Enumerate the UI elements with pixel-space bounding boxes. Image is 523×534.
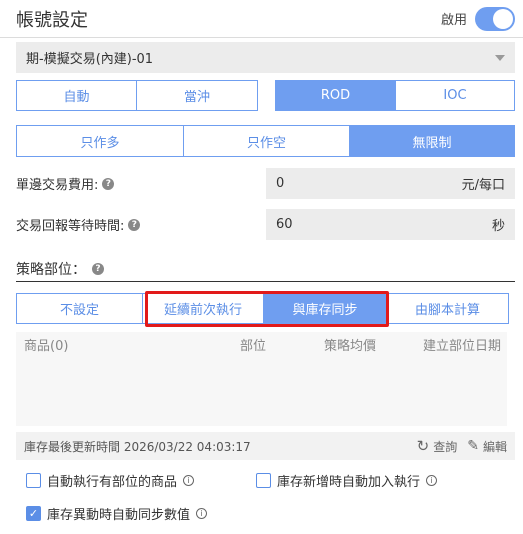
col-avg-price: 策略均價 [323, 338, 376, 354]
position-table-body [16, 356, 507, 426]
checkbox-checked[interactable]: ✓ [26, 505, 41, 521]
option-auto-exec[interactable]: 自動執行有部位的商品 i [16, 471, 256, 490]
options-row-1: 自動執行有部位的商品 i 庫存新增時自動加入執行 i [16, 466, 515, 494]
enable-label: 啟用 [440, 13, 467, 28]
query-label: 查詢 [433, 439, 458, 454]
col-position: 部位 [239, 338, 266, 354]
checkbox[interactable] [256, 472, 271, 488]
checkbox[interactable] [26, 472, 41, 488]
direction-unlimited-button[interactable]: 無限制 [350, 126, 514, 156]
edit-button[interactable]: ✎ 編輯 [467, 438, 507, 455]
wait-label-wrap: 交易回報等待時間: ? [16, 215, 266, 234]
col-product: 商品(0) [24, 338, 69, 354]
strategy-none-button[interactable]: 不設定 [17, 294, 143, 323]
strategy-sync-inventory-button[interactable]: 與庫存同步 [264, 294, 387, 323]
account-select[interactable]: 期-模擬交易(內建)-01 [16, 42, 515, 73]
inventory-footer: 庫存最後更新時間 2026/03/22 04:03:17 ↻ 查詢 ✎ 編輯 [16, 432, 515, 460]
option-auto-add[interactable]: 庫存新增時自動加入執行 i [256, 471, 438, 490]
info-icon: i [196, 507, 208, 519]
trade-type-segment: 自動 當沖 [16, 80, 258, 111]
account-select-value: 期-模擬交易(內建)-01 [26, 52, 154, 67]
fee-unit: 元/每口 [461, 178, 505, 193]
fee-row: 單邊交易費用: ? 0 元/每口 [16, 168, 515, 199]
direction-short-only-button[interactable]: 只作空 [184, 126, 350, 156]
fee-value: 0 [276, 176, 285, 191]
direction-long-only-button[interactable]: 只作多 [17, 126, 184, 156]
strategy-position-segment: 不設定 延續前次執行 與庫存同步 由腳本計算 [16, 293, 509, 324]
col-open-date: 建立部位日期 [422, 338, 501, 354]
position-table-header: 商品(0) 部位 策略均價 建立部位日期 [16, 332, 507, 356]
info-icon: i [426, 474, 438, 486]
strategy-section-title: 策略部位： ? [16, 256, 515, 282]
strategy-script-button[interactable]: 由腳本計算 [387, 294, 508, 323]
header-bar: 帳號設定 啟用 [0, 0, 523, 38]
enable-toggle[interactable] [475, 6, 515, 31]
option-auto-sync-label: 庫存異動時自動同步數值 [47, 507, 191, 523]
order-ioc-button[interactable]: IOC [396, 81, 514, 110]
help-icon[interactable]: ? [128, 218, 141, 231]
option-auto-exec-label: 自動執行有部位的商品 [47, 474, 178, 490]
info-icon: i [183, 474, 195, 486]
wait-label: 交易回報等待時間: [16, 219, 125, 234]
footer-actions: ↻ 查詢 ✎ 編輯 [417, 437, 507, 455]
refresh-icon: ↻ [416, 437, 430, 455]
inventory-updated-text: 庫存最後更新時間 2026/03/22 04:03:17 [24, 439, 251, 454]
chevron-down-icon [495, 54, 505, 61]
strategy-continue-button[interactable]: 延續前次執行 [143, 294, 264, 323]
direction-segment: 只作多 只作空 無限制 [16, 125, 515, 157]
wait-row: 交易回報等待時間: ? 60 秒 [16, 209, 515, 240]
enable-control: 啟用 [440, 6, 515, 31]
wait-input[interactable]: 60 秒 [266, 209, 515, 240]
option-auto-add-label: 庫存新增時自動加入執行 [277, 474, 421, 490]
trade-type-auto-button[interactable]: 自動 [17, 81, 137, 110]
trade-type-daytrade-button[interactable]: 當沖 [137, 81, 257, 110]
query-button[interactable]: ↻ 查詢 [417, 437, 458, 455]
strategy-title: 策略部位： [16, 261, 86, 278]
wait-value: 60 [276, 217, 293, 232]
order-condition-segment: ROD IOC [275, 80, 515, 111]
option-auto-sync[interactable]: ✓ 庫存異動時自動同步數值 i [16, 504, 208, 523]
options-row-2: ✓ 庫存異動時自動同步數值 i [16, 499, 515, 527]
help-icon[interactable]: ? [92, 262, 104, 275]
fee-label: 單邊交易費用: [16, 178, 99, 193]
order-rod-button[interactable]: ROD [276, 81, 396, 110]
edit-icon: ✎ [467, 438, 479, 454]
help-icon[interactable]: ? [102, 177, 115, 190]
fee-label-wrap: 單邊交易費用: ? [16, 174, 266, 193]
toggle-knob [493, 8, 513, 29]
edit-label: 編輯 [482, 439, 507, 454]
page-title: 帳號設定 [16, 9, 88, 31]
wait-unit: 秒 [491, 219, 505, 234]
fee-input[interactable]: 0 元/每口 [266, 168, 515, 199]
